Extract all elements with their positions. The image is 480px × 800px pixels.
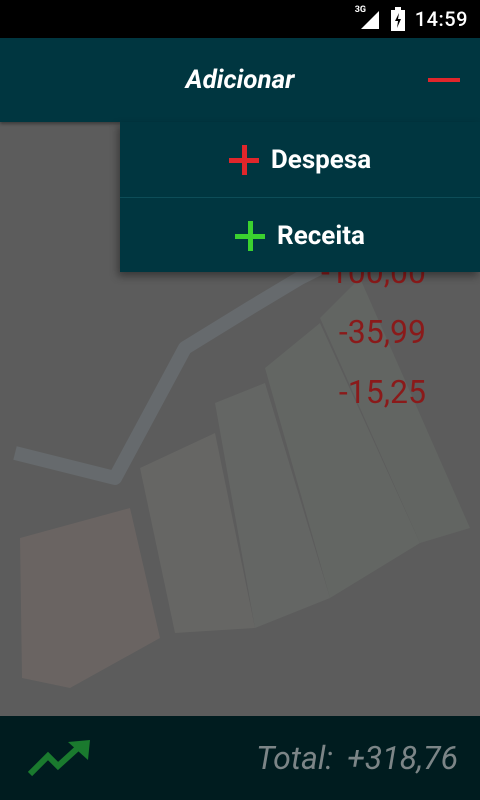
page-title: Adicionar	[185, 65, 295, 95]
collapse-menu-button[interactable]	[428, 66, 460, 94]
total-summary: Total: +318,76	[256, 716, 458, 800]
clock: 14:59	[414, 7, 468, 31]
add-menu: Despesa Receita	[120, 122, 480, 272]
status-bar: 3G 14:59	[0, 0, 480, 38]
signal-icon: 3G	[355, 5, 381, 31]
total-value: +318,76	[347, 739, 458, 777]
plus-icon	[235, 220, 266, 251]
menu-item-despesa[interactable]: Despesa	[120, 122, 480, 197]
toolbar: Adicionar	[0, 38, 480, 122]
total-label: Total:	[256, 739, 334, 777]
battery-icon	[390, 7, 405, 31]
transaction-amount: -15,25	[338, 373, 426, 411]
menu-item-receita[interactable]: Receita	[120, 197, 480, 273]
menu-item-label: Receita	[277, 220, 365, 251]
transaction-amount: -35,99	[338, 313, 426, 351]
plus-icon	[228, 144, 259, 175]
trending-up-icon[interactable]	[28, 738, 92, 778]
menu-item-label: Despesa	[270, 144, 372, 175]
footer-bar: Total: +318,76	[0, 716, 480, 800]
